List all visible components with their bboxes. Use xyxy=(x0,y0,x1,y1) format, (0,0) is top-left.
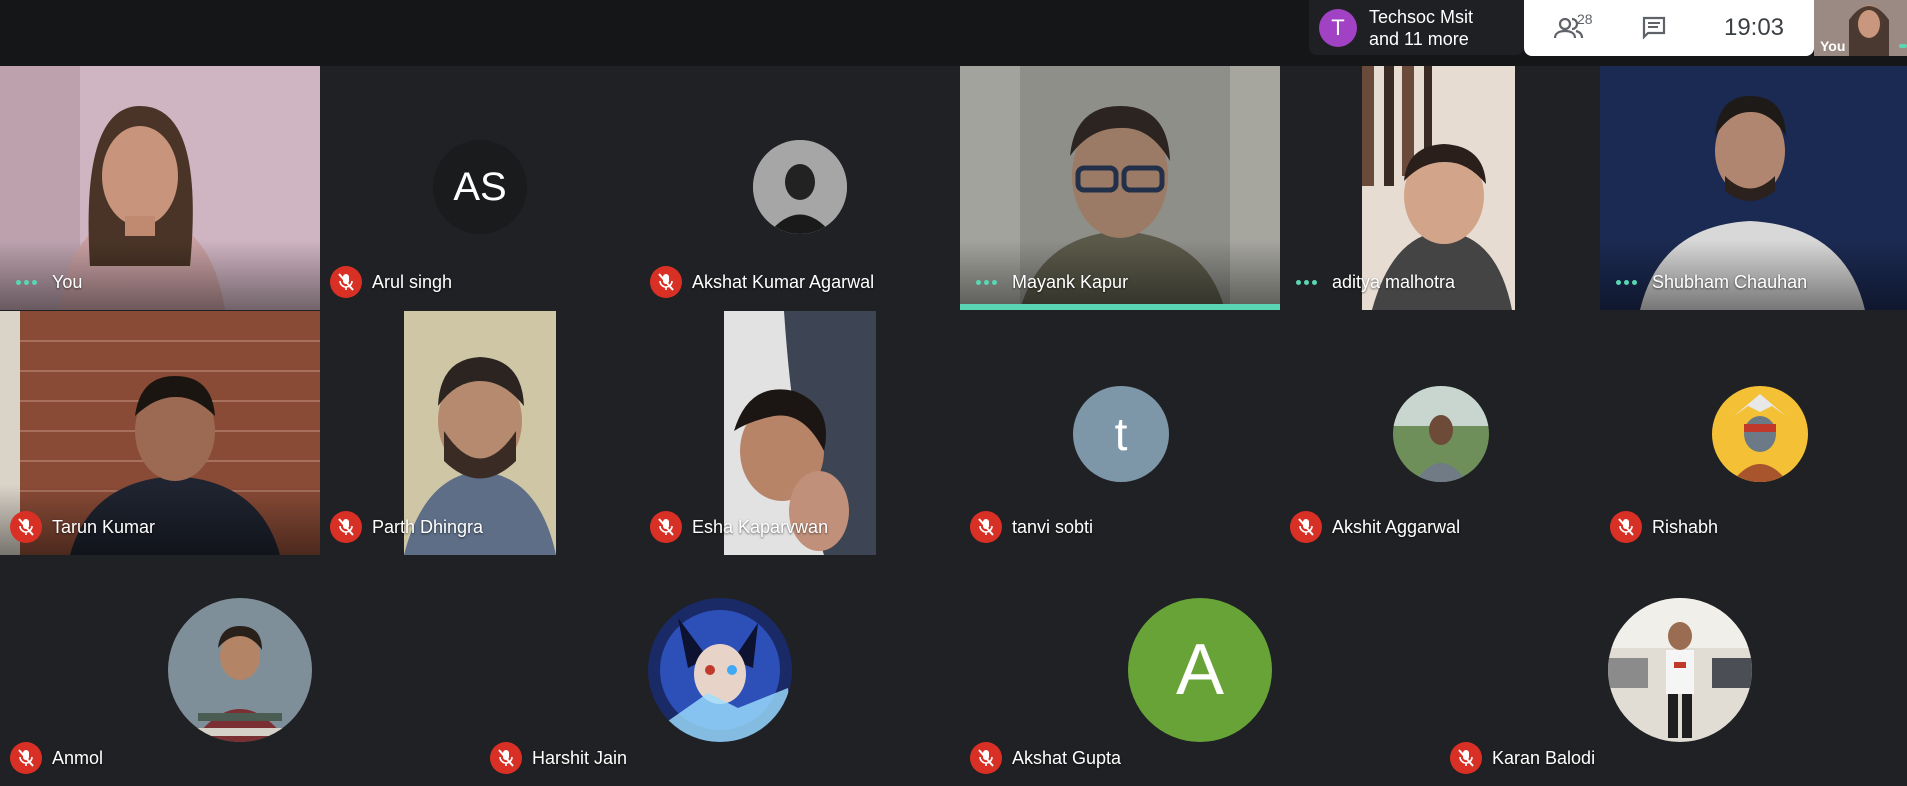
mic-off-icon xyxy=(330,511,362,543)
participant-tile[interactable]: Harshit Jain xyxy=(480,556,960,786)
presenter-avatar: T xyxy=(1319,8,1357,47)
participant-name: tanvi sobti xyxy=(1012,516,1094,537)
participant-name: Anmol xyxy=(52,747,104,768)
nameplate: Tarun Kumar xyxy=(10,511,155,543)
participant-name: Arul singh xyxy=(372,271,453,292)
self-label: You xyxy=(1820,38,1846,54)
participant-tile[interactable]: You xyxy=(0,66,320,310)
nameplate: Akshat Kumar Agarwal xyxy=(650,266,874,298)
meeting-clock: 19:03 xyxy=(1723,14,1785,41)
presenter-initial: T xyxy=(1331,14,1345,40)
participant-tile[interactable]: Shubham Chauhan xyxy=(1600,66,1907,310)
participant-tile[interactable]: Akshit Aggarwal xyxy=(1280,311,1600,555)
nameplate: Parth Dhingra xyxy=(330,511,483,543)
profile-photo-avatar xyxy=(168,598,312,742)
nameplate: Akshat Gupta xyxy=(970,742,1121,774)
nameplate: Esha Kaparvwan xyxy=(650,511,828,543)
people-button[interactable]: 28 xyxy=(1524,0,1614,56)
participant-tile[interactable]: Akshat Kumar Agarwal xyxy=(640,66,960,310)
audio-level-icon xyxy=(1290,266,1322,298)
participant-tile[interactable]: Parth Dhingra xyxy=(320,311,640,555)
profile-photo-avatar xyxy=(1608,598,1752,742)
participant-tile[interactable]: Rishabh xyxy=(1600,311,1907,555)
meeting-controls: 28 19:03 xyxy=(1524,0,1814,56)
participant-name: Akshat Gupta xyxy=(1012,747,1122,768)
nameplate: Shubham Chauhan xyxy=(1610,266,1807,298)
mic-off-icon xyxy=(1610,511,1642,543)
avatar-initials: t xyxy=(1114,408,1128,460)
participant-name: You xyxy=(52,271,83,292)
participant-name: Esha Kaparvwan xyxy=(692,516,829,537)
avatar-initials: A xyxy=(1175,630,1225,710)
mic-off-icon xyxy=(1450,742,1482,774)
presenter-line1: Techsoc Msit xyxy=(1369,6,1474,27)
active-speaker-bar xyxy=(960,304,1280,310)
initials-avatar: A xyxy=(1128,598,1272,742)
participant-name: Karan Balodi xyxy=(1492,747,1596,768)
mic-off-icon xyxy=(970,511,1002,543)
profile-photo-avatar xyxy=(753,140,847,234)
participant-tile[interactable]: Tarun Kumar xyxy=(0,311,320,555)
self-audio-indicator xyxy=(1899,44,1907,48)
mic-off-icon xyxy=(970,742,1002,774)
nameplate: Rishabh xyxy=(1610,511,1718,543)
participant-name: Parth Dhingra xyxy=(372,516,484,537)
participant-tile[interactable]: Esha Kaparvwan xyxy=(640,311,960,555)
participant-name: aditya malhotra xyxy=(1332,271,1456,292)
nameplate: Karan Balodi xyxy=(1450,742,1595,774)
participant-tile[interactable]: AS Arul singh xyxy=(320,66,640,310)
audio-level-icon xyxy=(970,266,1002,298)
presenting-chip[interactable]: T Techsoc Msit and 11 more xyxy=(1309,0,1524,55)
participant-name: Rishabh xyxy=(1652,516,1719,537)
profile-photo-avatar xyxy=(648,598,792,742)
avatar-initials: AS xyxy=(453,164,507,209)
nameplate: tanvi sobti xyxy=(970,511,1093,543)
participant-tile[interactable]: Karan Balodi xyxy=(1440,556,1907,786)
participant-tile[interactable]: A Akshat Gupta xyxy=(960,556,1440,786)
initials-avatar: AS xyxy=(433,140,527,234)
mic-off-icon xyxy=(650,511,682,543)
nameplate: You xyxy=(10,266,82,298)
chat-icon xyxy=(1642,16,1666,40)
audio-level-icon xyxy=(10,266,42,298)
mic-off-icon xyxy=(10,742,42,774)
participant-name: Akshat Kumar Agarwal xyxy=(692,271,875,292)
chat-button[interactable] xyxy=(1614,0,1694,56)
initials-avatar: t xyxy=(1073,386,1169,482)
participant-name: Tarun Kumar xyxy=(52,516,156,537)
nameplate: Mayank Kapur xyxy=(970,266,1128,298)
profile-photo-avatar xyxy=(1712,386,1808,482)
mic-off-icon xyxy=(490,742,522,774)
audio-level-icon xyxy=(1610,266,1642,298)
participant-tile[interactable]: Anmol xyxy=(0,556,480,786)
participant-grid: You AS Arul singh Akshat Kumar Agarwal M… xyxy=(0,66,1907,786)
self-view-thumbnail[interactable]: You xyxy=(1814,0,1907,56)
participants-count: 28 xyxy=(1577,11,1593,27)
profile-photo-avatar xyxy=(1393,386,1489,482)
participant-tile[interactable]: t tanvi sobti xyxy=(960,311,1280,555)
mic-off-icon xyxy=(1290,511,1322,543)
nameplate: Akshit Aggarwal xyxy=(1290,511,1460,543)
participant-name: Akshit Aggarwal xyxy=(1332,516,1461,537)
mic-off-icon xyxy=(650,266,682,298)
presenter-line2: and 11 more xyxy=(1369,28,1469,49)
nameplate: Anmol xyxy=(10,742,103,774)
participant-tile[interactable]: Mayank Kapur xyxy=(960,66,1280,310)
mic-off-icon xyxy=(10,511,42,543)
mic-off-icon xyxy=(330,266,362,298)
participant-name: Shubham Chauhan xyxy=(1652,271,1808,292)
participant-tile[interactable]: aditya malhotra xyxy=(1280,66,1600,310)
nameplate: Harshit Jain xyxy=(490,742,627,774)
participant-name: Mayank Kapur xyxy=(1012,271,1129,292)
participant-name: Harshit Jain xyxy=(532,747,628,768)
nameplate: Arul singh xyxy=(330,266,452,298)
nameplate: aditya malhotra xyxy=(1290,266,1455,298)
